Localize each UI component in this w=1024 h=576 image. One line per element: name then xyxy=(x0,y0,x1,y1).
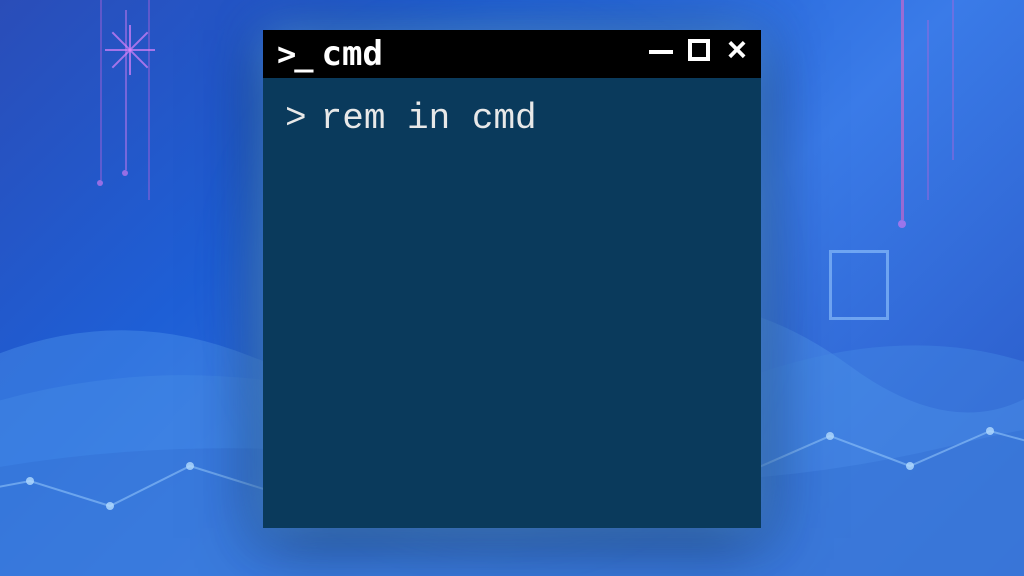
prompt-icon: >_ xyxy=(277,35,312,73)
terminal-window: >_ cmd × > rem in cmd xyxy=(263,30,761,528)
window-title: cmd xyxy=(322,34,647,74)
window-controls: × xyxy=(647,39,751,69)
command-text: rem in cmd xyxy=(321,98,537,139)
maximize-button[interactable] xyxy=(685,39,713,69)
close-button[interactable]: × xyxy=(723,42,751,66)
terminal-body[interactable]: > rem in cmd xyxy=(263,78,761,528)
minimize-button[interactable] xyxy=(647,40,675,68)
titlebar[interactable]: >_ cmd × xyxy=(263,30,761,78)
prompt-symbol: > xyxy=(285,98,307,139)
command-line: > rem in cmd xyxy=(285,98,739,139)
